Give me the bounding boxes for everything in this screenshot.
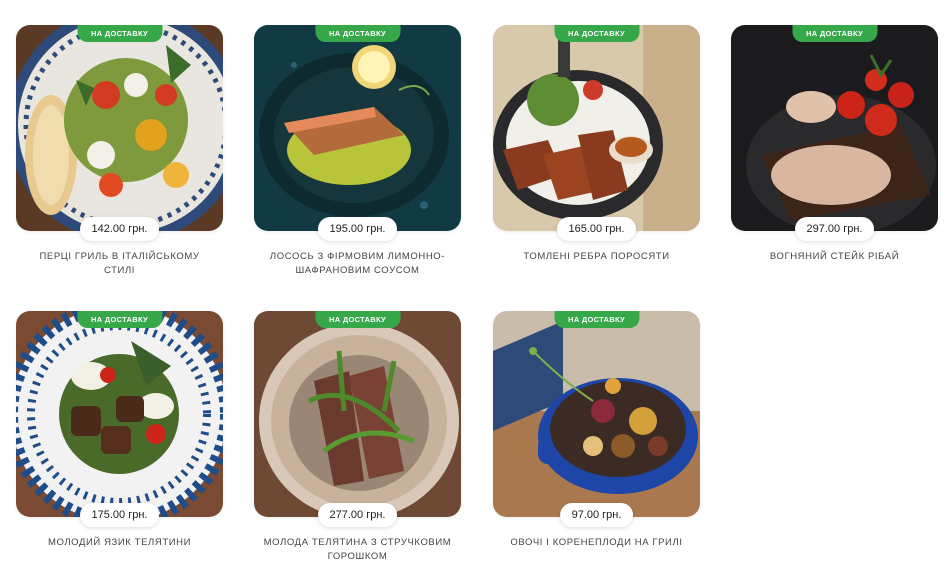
product-name[interactable]: ВОГНЯНИЙ СТЕЙК РІБАЙ xyxy=(731,250,938,264)
price-tag: 165.00 грн. xyxy=(556,217,637,241)
product-photo[interactable]: НА ДОСТАВКУ xyxy=(493,25,700,231)
delivery-badge: НА ДОСТАВКУ xyxy=(315,311,400,328)
product-photo[interactable]: НА ДОСТАВКУ xyxy=(16,311,223,517)
product-name[interactable]: ОВОЧІ І КОРЕНЕПЛОДИ НА ГРИЛІ xyxy=(493,536,700,550)
product-photo[interactable]: НА ДОСТАВКУ xyxy=(254,25,461,231)
product-card[interactable]: НА ДОСТАВКУ 277.00 грн. МОЛОДА ТЕЛЯТИНА … xyxy=(254,311,461,564)
price-tag: 297.00 грн. xyxy=(794,217,875,241)
price-tag: 97.00 грн. xyxy=(559,503,634,527)
product-card[interactable]: НА ДОСТАВКУ 97.00 грн. ОВОЧІ І КОРЕНЕПЛО… xyxy=(493,311,700,550)
product-card[interactable]: НА ДОСТАВКУ 165.00 грн. ТОМЛЕНІ РЕБРА ПО… xyxy=(493,25,700,264)
product-grid: НА ДОСТАВКУ 142.00 грн. ПЕРЦІ ГРИЛЬ В ІТ… xyxy=(0,0,950,565)
product-card[interactable]: НА ДОСТАВКУ 142.00 грн. ПЕРЦІ ГРИЛЬ В ІТ… xyxy=(16,25,223,278)
product-card[interactable]: НА ДОСТАВКУ 195.00 грн. ЛОСОСЬ З ФІРМОВИ… xyxy=(254,25,461,278)
delivery-badge: НА ДОСТАВКУ xyxy=(554,25,639,42)
price-tag: 277.00 грн. xyxy=(317,503,398,527)
product-name[interactable]: ЛОСОСЬ З ФІРМОВИМ ЛИМОННО-ШАФРАНОВИМ СОУ… xyxy=(254,250,461,278)
price-tag: 175.00 грн. xyxy=(79,503,160,527)
delivery-badge: НА ДОСТАВКУ xyxy=(792,25,877,42)
product-card[interactable]: НА ДОСТАВКУ 297.00 грн. ВОГНЯНИЙ СТЕЙК Р… xyxy=(731,25,938,264)
delivery-badge: НА ДОСТАВКУ xyxy=(77,25,162,42)
product-card[interactable]: НА ДОСТАВКУ 175.00 грн. МОЛОДИЙ ЯЗИК ТЕЛ… xyxy=(16,311,223,550)
delivery-badge: НА ДОСТАВКУ xyxy=(554,311,639,328)
product-name[interactable]: ПЕРЦІ ГРИЛЬ В ІТАЛІЙСЬКОМУ СТИЛІ xyxy=(16,250,223,278)
price-tag: 142.00 грн. xyxy=(79,217,160,241)
delivery-badge: НА ДОСТАВКУ xyxy=(77,311,162,328)
product-photo[interactable]: НА ДОСТАВКУ xyxy=(16,25,223,231)
delivery-badge: НА ДОСТАВКУ xyxy=(315,25,400,42)
product-name[interactable]: МОЛОДА ТЕЛЯТИНА З СТРУЧКОВИМ ГОРОШКОМ xyxy=(254,536,461,564)
price-tag: 195.00 грн. xyxy=(317,217,398,241)
product-name[interactable]: ТОМЛЕНІ РЕБРА ПОРОСЯТИ xyxy=(493,250,700,264)
product-photo[interactable]: НА ДОСТАВКУ xyxy=(254,311,461,517)
product-photo[interactable]: НА ДОСТАВКУ xyxy=(731,25,938,231)
product-name[interactable]: МОЛОДИЙ ЯЗИК ТЕЛЯТИНИ xyxy=(16,536,223,550)
product-photo[interactable]: НА ДОСТАВКУ xyxy=(493,311,700,517)
